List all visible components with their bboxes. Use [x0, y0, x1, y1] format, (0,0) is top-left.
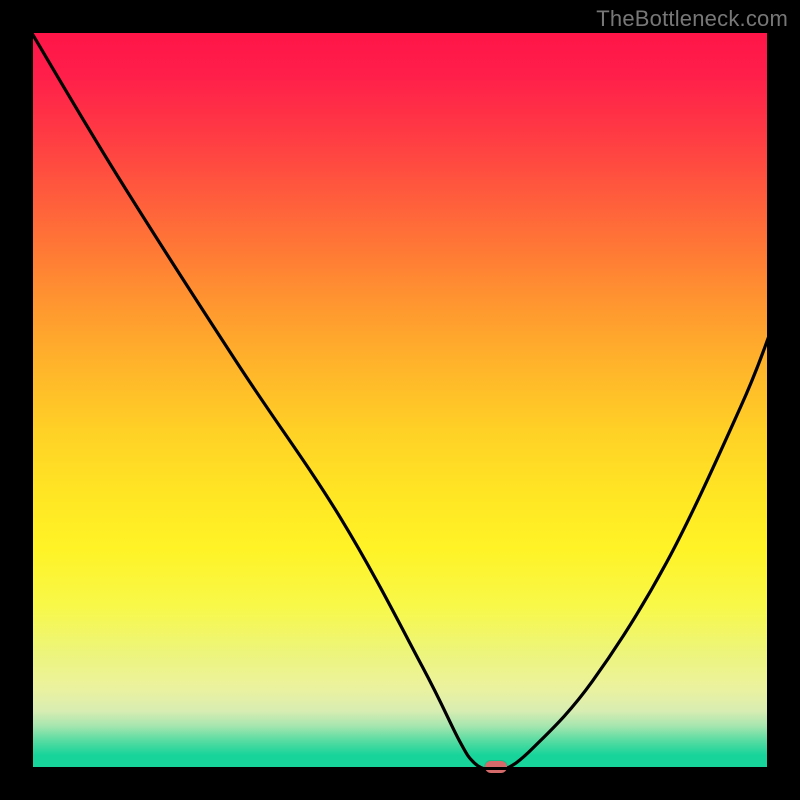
axis-bottom [30, 767, 770, 770]
axis-left [30, 30, 33, 770]
bottleneck-curve [30, 30, 770, 770]
watermark-text: TheBottleneck.com [596, 6, 788, 32]
axis-right [767, 30, 770, 770]
root-container: TheBottleneck.com [0, 0, 800, 800]
plot-area [30, 30, 770, 770]
